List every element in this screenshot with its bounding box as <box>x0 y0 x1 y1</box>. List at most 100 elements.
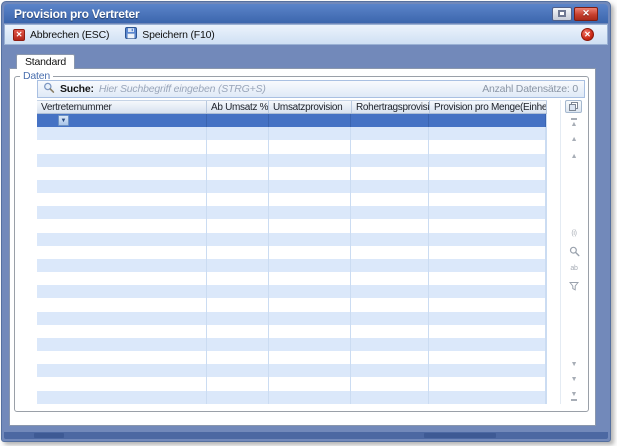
grid-cell[interactable] <box>269 180 352 193</box>
grid-cell[interactable] <box>351 246 429 259</box>
grid-row[interactable] <box>37 167 546 180</box>
grid-cell[interactable] <box>207 167 269 180</box>
grid-cell[interactable] <box>207 338 269 351</box>
grid-cell[interactable] <box>37 259 207 272</box>
grid-cell[interactable] <box>429 114 546 127</box>
grid-cell[interactable] <box>269 259 352 272</box>
grid-cell[interactable] <box>429 219 546 232</box>
grid-cell[interactable] <box>351 233 429 246</box>
grid-cell[interactable] <box>351 351 429 364</box>
grid-cell[interactable] <box>351 219 429 232</box>
grid-cell[interactable] <box>37 272 207 285</box>
grid-cell[interactable] <box>351 206 429 219</box>
grid-cell[interactable] <box>351 167 429 180</box>
grid-cell[interactable] <box>207 298 269 311</box>
grid-cell[interactable] <box>269 127 352 140</box>
grid-cell[interactable] <box>37 325 207 338</box>
move-up-icon[interactable]: ▲ <box>567 150 581 163</box>
filter-icon[interactable] <box>567 279 581 292</box>
grid-cell[interactable] <box>351 180 429 193</box>
grid-cell[interactable] <box>429 298 546 311</box>
grid-cell[interactable] <box>269 312 352 325</box>
grid-cell[interactable] <box>207 206 269 219</box>
grid-cell[interactable] <box>269 154 352 167</box>
grid-cell[interactable] <box>429 272 546 285</box>
grid-cell[interactable] <box>429 206 546 219</box>
grid-cell[interactable] <box>429 167 546 180</box>
grid-cell[interactable] <box>351 285 429 298</box>
grid-cell[interactable] <box>429 233 546 246</box>
count-icon[interactable]: (i) <box>567 227 581 240</box>
page-up-icon[interactable]: ▲ <box>567 133 581 146</box>
grid-row[interactable] <box>37 391 546 404</box>
abc-icon[interactable]: ab <box>567 262 581 275</box>
grid-cell[interactable] <box>37 377 207 390</box>
grid-cell[interactable] <box>207 325 269 338</box>
grid-cell[interactable] <box>37 312 207 325</box>
grid-cell[interactable] <box>351 114 429 127</box>
grid-cell[interactable] <box>37 180 207 193</box>
grid-cell[interactable] <box>269 364 352 377</box>
grid-cell[interactable] <box>207 140 269 153</box>
save-button[interactable]: Speichern (F10) <box>125 27 214 42</box>
grid-cell[interactable] <box>351 272 429 285</box>
grid-cell[interactable] <box>207 127 269 140</box>
data-grid[interactable]: VertreternummerAb Umsatz %Umsatzprovisio… <box>37 100 547 404</box>
grid-cell[interactable] <box>37 219 207 232</box>
close-button[interactable]: ✕ <box>574 7 598 21</box>
grid-cell[interactable] <box>269 377 352 390</box>
grid-cell[interactable] <box>429 180 546 193</box>
grid-row[interactable] <box>37 285 546 298</box>
grid-cell[interactable] <box>207 193 269 206</box>
grid-row[interactable] <box>37 219 546 232</box>
tab-standard[interactable]: Standard <box>16 54 75 69</box>
grid-cell[interactable] <box>269 351 352 364</box>
grid-cell[interactable] <box>429 351 546 364</box>
search-input[interactable]: Hier Suchbegriff eingeben (STRG+S) <box>99 83 477 95</box>
grid-cell[interactable] <box>207 285 269 298</box>
grid-cell[interactable] <box>37 154 207 167</box>
grid-row[interactable] <box>37 140 546 153</box>
cancel-button[interactable]: ✕ Abbrechen (ESC) <box>13 29 109 41</box>
grid-cell[interactable] <box>429 312 546 325</box>
maximize-button[interactable] <box>552 7 572 21</box>
zoom-icon[interactable] <box>567 245 581 258</box>
grid-cell[interactable] <box>429 154 546 167</box>
grid-cell[interactable] <box>269 140 352 153</box>
grid-cell[interactable] <box>351 298 429 311</box>
grid-cell[interactable] <box>269 298 352 311</box>
grid-row-selected[interactable]: ▼ <box>37 114 546 127</box>
grid-cell[interactable] <box>37 167 207 180</box>
grid-cell[interactable] <box>207 364 269 377</box>
grid-cell[interactable]: ▼ <box>37 114 207 127</box>
grid-cell[interactable] <box>429 391 546 404</box>
page-down-icon[interactable]: ▼ <box>567 373 581 386</box>
grid-cell[interactable] <box>207 312 269 325</box>
grid-cell[interactable] <box>429 246 546 259</box>
grid-row[interactable] <box>37 364 546 377</box>
grid-cell[interactable] <box>269 285 352 298</box>
grid-row[interactable] <box>37 325 546 338</box>
grid-cell[interactable] <box>269 338 352 351</box>
grid-cell[interactable] <box>351 140 429 153</box>
grid-cell[interactable] <box>429 377 546 390</box>
grid-cell[interactable] <box>37 193 207 206</box>
grid-cell[interactable] <box>351 325 429 338</box>
grid-cell[interactable] <box>207 180 269 193</box>
grid-cell[interactable] <box>269 325 352 338</box>
titlebar[interactable]: Provision pro Vertreter ✕ <box>4 4 608 23</box>
grid-cell[interactable] <box>429 325 546 338</box>
grid-row[interactable] <box>37 351 546 364</box>
grid-cell[interactable] <box>269 233 352 246</box>
grid-cell[interactable] <box>207 259 269 272</box>
grid-row[interactable] <box>37 154 546 167</box>
grid-cell[interactable] <box>351 364 429 377</box>
grid-cell[interactable] <box>351 338 429 351</box>
grid-cell[interactable] <box>269 167 352 180</box>
grid-cell[interactable] <box>37 246 207 259</box>
grid-row[interactable] <box>37 377 546 390</box>
grid-cell[interactable] <box>207 246 269 259</box>
grid-row[interactable] <box>37 127 546 140</box>
grid-row[interactable] <box>37 246 546 259</box>
row-editor-dropdown[interactable]: ▼ <box>58 115 69 126</box>
